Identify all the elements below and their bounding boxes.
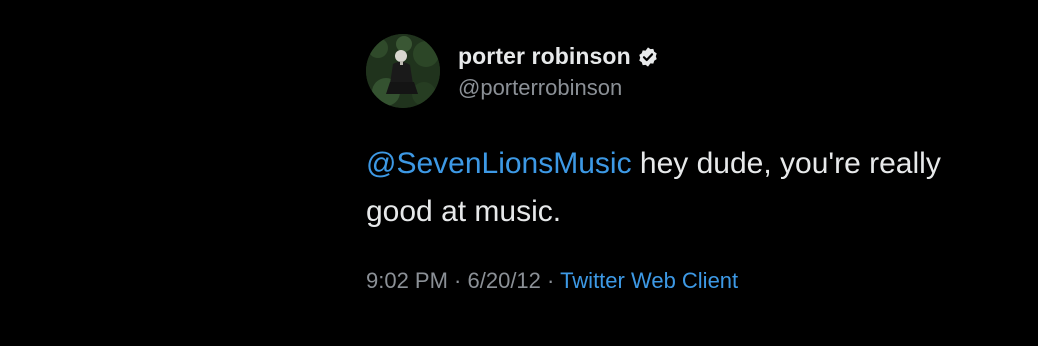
user-names: porter robinson @porterrobinson — [458, 42, 659, 101]
name-row: porter robinson — [458, 42, 659, 72]
tweet-meta: 9:02 PM · 6/20/12 · Twitter Web Client — [366, 268, 1006, 294]
user-handle[interactable]: @porterrobinson — [458, 75, 659, 101]
tweet-text: @SevenLionsMusic hey dude, you're really… — [366, 140, 966, 236]
verified-badge-icon — [637, 46, 659, 68]
meta-separator: · — [447, 268, 468, 293]
client-link[interactable]: Twitter Web Client — [560, 268, 738, 293]
meta-separator: · — [540, 268, 561, 293]
tweet-time[interactable]: 9:02 PM — [366, 268, 448, 293]
tweet-date[interactable]: 6/20/12 — [468, 268, 541, 293]
tweet-card: porter robinson @porterrobinson @SevenLi… — [366, 32, 1006, 294]
tweet-header: porter robinson @porterrobinson — [366, 32, 1006, 110]
mention-link[interactable]: @SevenLionsMusic — [366, 147, 632, 180]
display-name[interactable]: porter robinson — [458, 43, 631, 70]
avatar[interactable] — [366, 34, 440, 108]
